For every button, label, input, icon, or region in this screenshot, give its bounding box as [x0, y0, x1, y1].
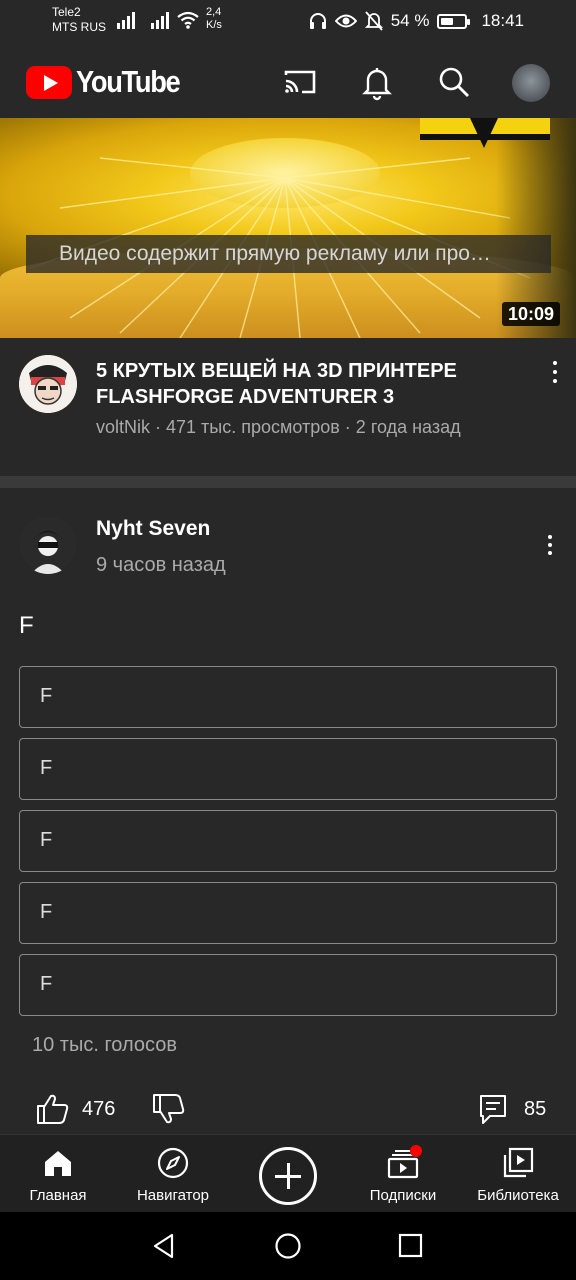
channel-avatar-icon — [19, 355, 77, 413]
poll-option[interactable]: F — [19, 954, 557, 1016]
channel-avatar[interactable] — [19, 355, 77, 413]
carrier-name: Tele2 MTS RUS — [52, 5, 106, 34]
system-navigation-bar — [0, 1212, 576, 1280]
youtube-play-icon — [26, 65, 72, 99]
dislike-button[interactable] — [152, 1092, 186, 1126]
poll-option[interactable]: F — [19, 738, 557, 800]
status-bar: Tele2 MTS RUS 2,4 K/s 54 % 18:41 — [0, 0, 576, 42]
video-thumbnail[interactable] — [0, 118, 576, 338]
clock: 18:41 — [481, 11, 524, 30]
network-rate: 2,4 K/s — [206, 6, 222, 31]
thumbnail-radial-lines — [29, 157, 531, 338]
app-bar: YouTube — [0, 42, 576, 118]
home-icon — [45, 1151, 71, 1176]
wifi-icon — [177, 11, 199, 29]
battery-percent: 54 % — [390, 11, 430, 30]
eye-icon — [334, 14, 357, 28]
signal-icon-2 — [151, 12, 169, 29]
post-timestamp: 9 часов назад — [96, 554, 226, 576]
poll-option[interactable]: F — [19, 810, 557, 872]
comment-count: 85 — [524, 1097, 547, 1120]
cast-icon[interactable] — [280, 62, 320, 102]
nav-library[interactable]: Библиотека — [470, 1135, 566, 1213]
comment-icon — [480, 1095, 506, 1124]
poll-option[interactable]: F — [19, 666, 557, 728]
post-text: F — [19, 612, 34, 639]
create-icon[interactable] — [259, 1147, 317, 1205]
battery-icon — [437, 13, 471, 29]
like-count: 476 — [82, 1097, 116, 1120]
video-duration: 10:09 — [502, 302, 561, 326]
mute-bell-icon — [364, 11, 383, 31]
thumbs-up-icon — [37, 1094, 69, 1124]
video-caption-banner: Видео содержит прямую рекламу или про… — [26, 235, 551, 273]
search-icon[interactable] — [434, 62, 474, 102]
notification-dot — [410, 1145, 422, 1157]
poll-option[interactable]: F — [19, 882, 557, 944]
youtube-logo[interactable]: YouTube — [26, 64, 194, 100]
video-more-icon[interactable] — [545, 358, 565, 386]
video-meta: voltNik · 471 тыс. просмотров · 2 года н… — [96, 417, 461, 437]
library-icon — [503, 1147, 534, 1178]
account-avatar[interactable] — [512, 64, 550, 102]
like-button[interactable]: 476 — [36, 1092, 115, 1126]
comments-button[interactable]: 85 — [478, 1092, 546, 1126]
signal-icon — [117, 12, 135, 29]
hazard-arrow-icon — [470, 118, 498, 148]
poll-vote-count: 10 тыс. голосов — [32, 1034, 177, 1056]
nav-home[interactable]: Главная — [18, 1135, 98, 1213]
post-author-avatar[interactable] — [19, 516, 77, 574]
nav-explore[interactable]: Навигатор — [128, 1135, 218, 1213]
home-button-icon[interactable] — [274, 1232, 302, 1260]
bottom-navigation: Главная Навигатор Подписки Библиотека — [0, 1134, 576, 1212]
video-title[interactable]: 5 КРУТЫХ ВЕЩЕЙ НА 3D ПРИНТЕРЕ FLASHFORGE… — [96, 358, 526, 410]
back-icon[interactable] — [150, 1232, 178, 1260]
youtube-wordmark: YouTube — [76, 64, 181, 99]
battery-level — [441, 17, 454, 25]
post-avatar-icon — [19, 516, 77, 574]
post-author-name[interactable]: Nyht Seven — [96, 516, 210, 542]
headphones-icon — [309, 13, 326, 29]
nav-subscriptions[interactable]: Подписки — [358, 1135, 448, 1213]
thumbs-down-icon — [153, 1094, 185, 1124]
bell-icon[interactable] — [357, 62, 397, 102]
recents-icon[interactable] — [397, 1232, 425, 1260]
compass-icon — [157, 1147, 189, 1179]
section-divider — [0, 476, 576, 488]
post-more-icon[interactable] — [540, 532, 560, 558]
